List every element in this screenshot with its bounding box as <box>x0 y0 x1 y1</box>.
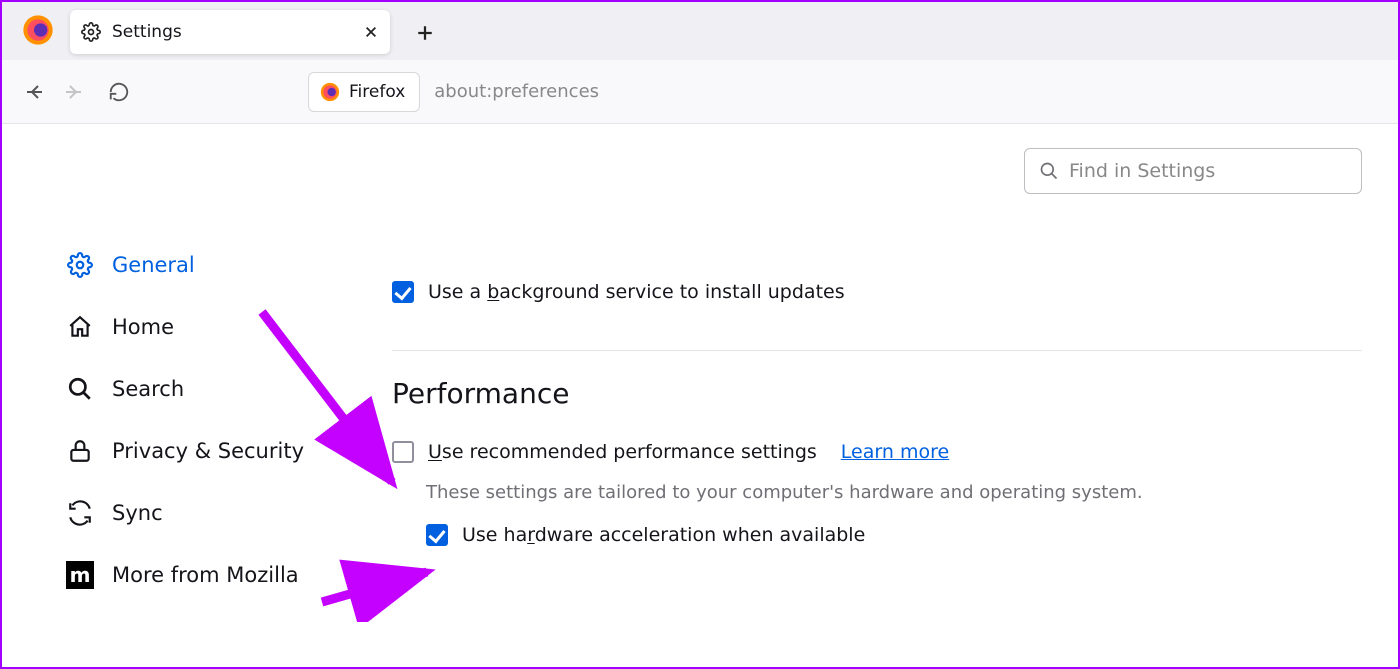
sidebar-item-label: More from Mozilla <box>112 563 299 587</box>
sidebar-item-label: Sync <box>112 501 163 525</box>
search-icon <box>66 375 94 403</box>
sidebar-item-label: Privacy & Security <box>112 439 304 463</box>
perf-hint: These settings are tailored to your comp… <box>426 482 1362 503</box>
hardware-accel-label: Use hardware acceleration when available <box>462 524 865 546</box>
sidebar-item-label: Home <box>112 315 174 339</box>
reload-button[interactable] <box>100 73 138 111</box>
mozilla-icon: m <box>66 561 94 589</box>
find-in-settings-input[interactable]: Find in Settings <box>1024 148 1362 194</box>
identity-label: Firefox <box>349 82 405 102</box>
sidebar-item-sync[interactable]: Sync <box>66 482 392 544</box>
sidebar-item-search[interactable]: Search <box>66 358 392 420</box>
forward-button[interactable] <box>54 73 92 111</box>
recommended-perf-row: Use recommended performance settings Lea… <box>392 438 1362 466</box>
section-title-performance: Performance <box>392 377 1362 410</box>
tab-strip: Settings <box>2 2 1398 60</box>
page-body: General Home Search Privacy & Security S… <box>2 124 1398 667</box>
background-service-label: Use a background service to install upda… <box>428 281 845 303</box>
gear-icon <box>66 251 94 279</box>
background-service-checkbox[interactable] <box>392 281 414 303</box>
sidebar-item-home[interactable]: Home <box>66 296 392 358</box>
sidebar-item-mozilla[interactable]: m More from Mozilla <box>66 544 392 606</box>
tab-title: Settings <box>102 22 364 42</box>
recommended-perf-checkbox[interactable] <box>392 441 414 463</box>
settings-sidebar: General Home Search Privacy & Security S… <box>2 124 392 667</box>
toolbar: Firefox about:preferences <box>2 60 1398 124</box>
gear-icon <box>80 21 102 43</box>
settings-content: Find in Settings Use a background servic… <box>392 124 1398 667</box>
search-icon <box>1039 161 1059 181</box>
sync-icon <box>66 499 94 527</box>
hardware-accel-row: Use hardware acceleration when available <box>426 521 1362 549</box>
new-tab-button[interactable] <box>408 16 442 50</box>
back-button[interactable] <box>16 73 54 111</box>
sidebar-item-privacy[interactable]: Privacy & Security <box>66 420 392 482</box>
divider <box>392 350 1362 351</box>
sidebar-item-general[interactable]: General <box>66 234 392 296</box>
lock-icon <box>66 437 94 465</box>
recommended-perf-label: Use recommended performance settings <box>428 441 817 463</box>
sidebar-item-label: General <box>112 253 195 277</box>
firefox-app-icon <box>18 10 58 50</box>
hardware-accel-checkbox[interactable] <box>426 524 448 546</box>
tab-settings[interactable]: Settings <box>70 10 390 54</box>
url-text[interactable]: about:preferences <box>434 81 599 102</box>
identity-chip[interactable]: Firefox <box>308 72 420 112</box>
firefox-icon <box>319 81 341 103</box>
home-icon <box>66 313 94 341</box>
learn-more-link[interactable]: Learn more <box>841 441 949 463</box>
search-placeholder: Find in Settings <box>1069 160 1215 182</box>
background-service-row: Use a background service to install upda… <box>392 278 1362 306</box>
sidebar-item-label: Search <box>112 377 184 401</box>
tab-close-button[interactable] <box>364 24 380 40</box>
